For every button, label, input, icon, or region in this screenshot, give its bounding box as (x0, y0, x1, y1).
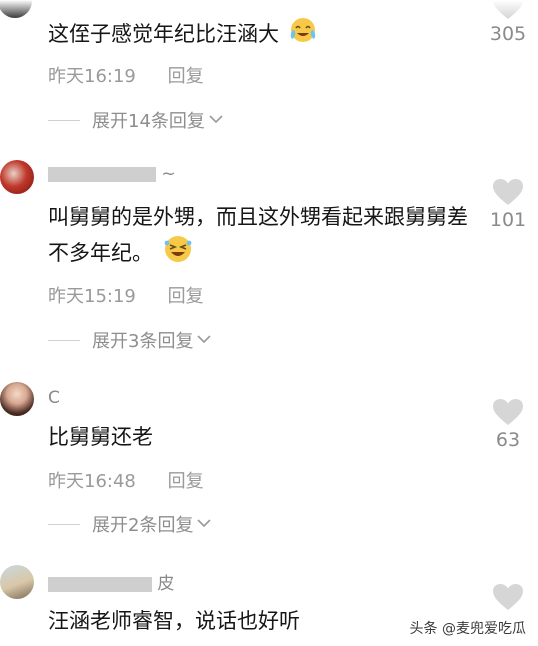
divider (48, 523, 80, 525)
comment-text: 汪涵老师睿智，说话也好听 (48, 605, 468, 638)
username-text: ~ (161, 164, 176, 184)
expand-replies-label: 展开2条回复 (92, 515, 194, 536)
username-redacted (48, 576, 152, 592)
comment-text: 叫舅舅的是外甥，而且这外甥看起来跟舅舅差不多年纪。 (48, 201, 468, 274)
username-redacted (48, 166, 156, 182)
divider (48, 339, 80, 341)
username[interactable]: 皮 (48, 569, 174, 594)
expand-replies-label: 展开14条回复 (92, 111, 205, 132)
comment-text-content: 叫舅舅的是外甥，而且这外甥看起来跟舅舅差不多年纪。 (48, 205, 468, 265)
like-button[interactable]: 101 (488, 178, 528, 231)
comment-text-content: 这侄子感觉年纪比汪涵大 (48, 22, 279, 46)
watermark: 头条 @麦兜爱吃瓜 (409, 621, 526, 637)
like-count: 305 (489, 23, 527, 45)
heart-icon (493, 179, 523, 205)
like-button[interactable]: 63 (488, 398, 528, 451)
avatar[interactable] (0, 565, 34, 599)
comment-time: 昨天16:48 (48, 471, 136, 492)
comment-text: 这侄子感觉年纪比汪涵大 (48, 16, 468, 54)
comment-meta: 昨天15:19 回复 (48, 282, 204, 308)
heart-icon (493, 584, 523, 610)
expand-replies-button[interactable]: 展开2条回复 (48, 513, 212, 536)
crying-laugh-emoji-icon (288, 16, 318, 54)
avatar[interactable] (0, 160, 34, 194)
like-button[interactable] (488, 583, 528, 614)
username-text: 皮 (157, 574, 175, 594)
heart-icon (493, 399, 523, 425)
reply-button[interactable]: 回复 (168, 66, 204, 87)
avatar[interactable] (0, 382, 34, 416)
username[interactable]: ~ (48, 164, 176, 184)
chevron-down-icon (209, 112, 223, 128)
chevron-down-icon (197, 516, 212, 532)
expand-replies-button[interactable]: 展开3条回复 (48, 329, 212, 352)
comment-text: 比舅舅还老 (48, 421, 468, 454)
expand-replies-label: 展开3条回复 (92, 331, 194, 352)
comment-time: 昨天15:19 (48, 286, 136, 307)
reply-button[interactable]: 回复 (168, 286, 204, 307)
chevron-down-icon (197, 332, 212, 348)
rolling-laugh-emoji-icon (162, 234, 194, 274)
like-count: 101 (489, 209, 527, 231)
comment-meta: 昨天16:48 回复 (48, 467, 204, 493)
divider (48, 119, 80, 121)
top-fade (0, 0, 538, 18)
comment-meta: 昨天16:19 回复 (48, 62, 204, 88)
expand-replies-button[interactable]: 展开14条回复 (48, 109, 223, 132)
comment-time: 昨天16:19 (48, 66, 136, 87)
username[interactable]: C (48, 388, 60, 408)
like-count: 63 (495, 429, 521, 451)
comment-text-content: 汪涵老师睿智，说话也好听 (48, 609, 300, 633)
comment-text-content: 比舅舅还老 (48, 425, 153, 449)
reply-button[interactable]: 回复 (168, 471, 204, 492)
